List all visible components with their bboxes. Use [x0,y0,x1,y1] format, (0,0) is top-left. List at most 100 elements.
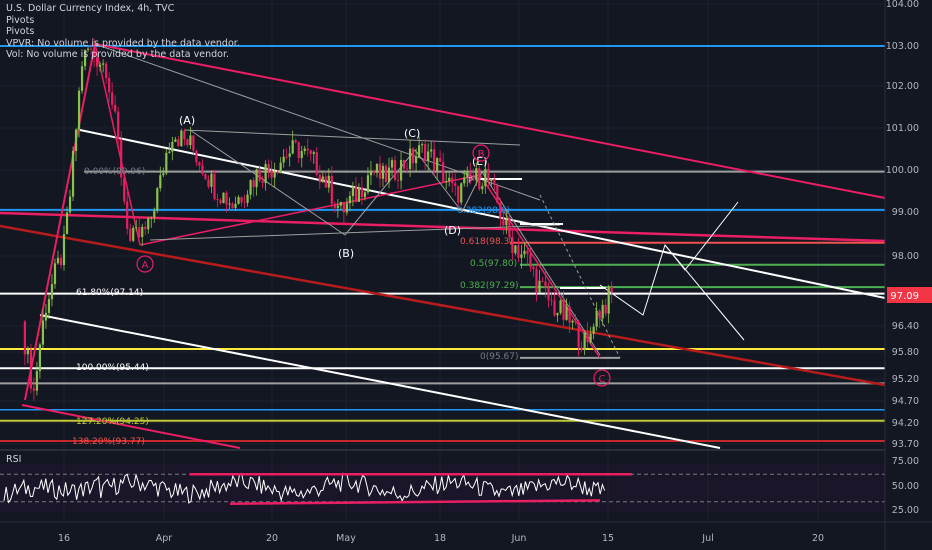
candle-body [405,168,409,170]
candle-body [138,227,141,237]
candle-body [294,140,297,143]
candle-body [442,161,445,182]
candle-body [586,332,589,342]
candle-body [150,217,153,219]
candle-body [529,253,532,267]
time-tick: 20 [812,533,824,544]
candle-body [559,300,562,313]
candle-body [159,175,162,189]
chart-canvas[interactable]: 104.00 103.00 102.00 101.00 100.00 99.00… [0,0,932,550]
candle-body [270,170,273,178]
candle-body [550,299,553,301]
candle-body [526,250,529,254]
candle-body [505,218,508,226]
candle-body [105,63,108,78]
price-tick: 98.00 [892,251,919,262]
candle-body [345,203,348,213]
candle-body [26,349,29,355]
candle-body [315,152,318,175]
price-tick: 100.00 [886,165,919,176]
candle-body [144,226,147,230]
candle-body [436,158,439,171]
rsi-tick: 50.00 [892,481,919,492]
candle-body [168,151,171,153]
candle-body [396,179,400,181]
circle-label-c-text: C [599,374,606,385]
candle-body [321,176,324,183]
candle-body [598,310,601,319]
candle-body [610,286,613,293]
candle-body [430,149,433,152]
price-tick: 101.00 [886,123,919,134]
rsi-label[interactable]: RSI [6,454,21,465]
candle-body [571,320,574,323]
candle-body [496,184,499,204]
time-tick: 16 [58,533,70,544]
time-tick: Apr [156,533,173,544]
candle-body [375,163,379,173]
wave-label-d: (D) [444,224,461,237]
candle-body [62,234,66,266]
candle-body [381,165,385,179]
candle-body [562,300,565,320]
candle-body [237,197,240,204]
candle-body [553,300,556,316]
candle-body [219,199,222,204]
candle-body [378,163,382,179]
indicator-vpvr[interactable]: VPVR: No volume is provided by the data … [6,38,240,50]
price-tick: 95.20 [892,374,919,385]
candle-body [156,188,159,211]
candle-body [342,202,345,213]
candle-body [520,254,523,258]
candle-body [414,156,418,164]
candle-body [285,156,288,158]
candle-body [439,158,442,162]
candle-body [174,139,177,142]
candle-body [339,202,342,206]
candle-body [502,218,505,226]
candle-body [171,141,174,152]
candle-body [77,90,81,130]
candle-body [475,168,478,181]
candle-body [99,64,102,67]
rsi-tick: 25.00 [892,505,919,516]
candle-body [604,304,607,314]
candle-body [556,312,559,316]
candle-body [523,250,526,255]
candle-body [114,104,117,112]
fib-label: 61.80%(97.14) [76,288,143,298]
candle-body [273,171,276,178]
candle-body [366,175,370,193]
candle-body [252,180,255,188]
fib-label: 0.5(97.80) [470,259,517,269]
candle-body [583,332,586,350]
candle-body [336,205,339,208]
candle-body [363,192,367,198]
candle-body [216,198,219,200]
circle-label-a-text: A [142,260,149,271]
candle-body [568,306,571,323]
rsi-band [0,464,885,512]
symbol-title[interactable]: U.S. Dollar Currency Index, 4h, TVC [6,3,240,15]
candle-body [258,169,261,181]
candle-body [463,177,466,184]
candle-body [541,280,544,282]
candle-body [23,321,26,355]
candle-body [487,168,490,181]
indicator-vol[interactable]: Vol: No volume is provided by the data v… [6,49,240,61]
price-tick: 93.70 [892,439,919,450]
candle-body [390,160,394,168]
candle-body [592,326,595,334]
indicator-pivots-2[interactable]: Pivots [6,26,240,38]
candle-body [204,173,207,180]
candle-body [231,203,234,208]
indicator-pivots-1[interactable]: Pivots [6,15,240,27]
candle-body [372,171,376,173]
candle-body [123,177,126,202]
rsi-axis[interactable]: 75.00 50.00 25.00 [892,456,919,516]
candle-body [607,286,610,314]
candle-body [59,257,63,266]
candle-body [117,111,120,140]
current-price-badge: 97.09 [887,287,932,303]
price-tick: 99.00 [892,207,919,218]
